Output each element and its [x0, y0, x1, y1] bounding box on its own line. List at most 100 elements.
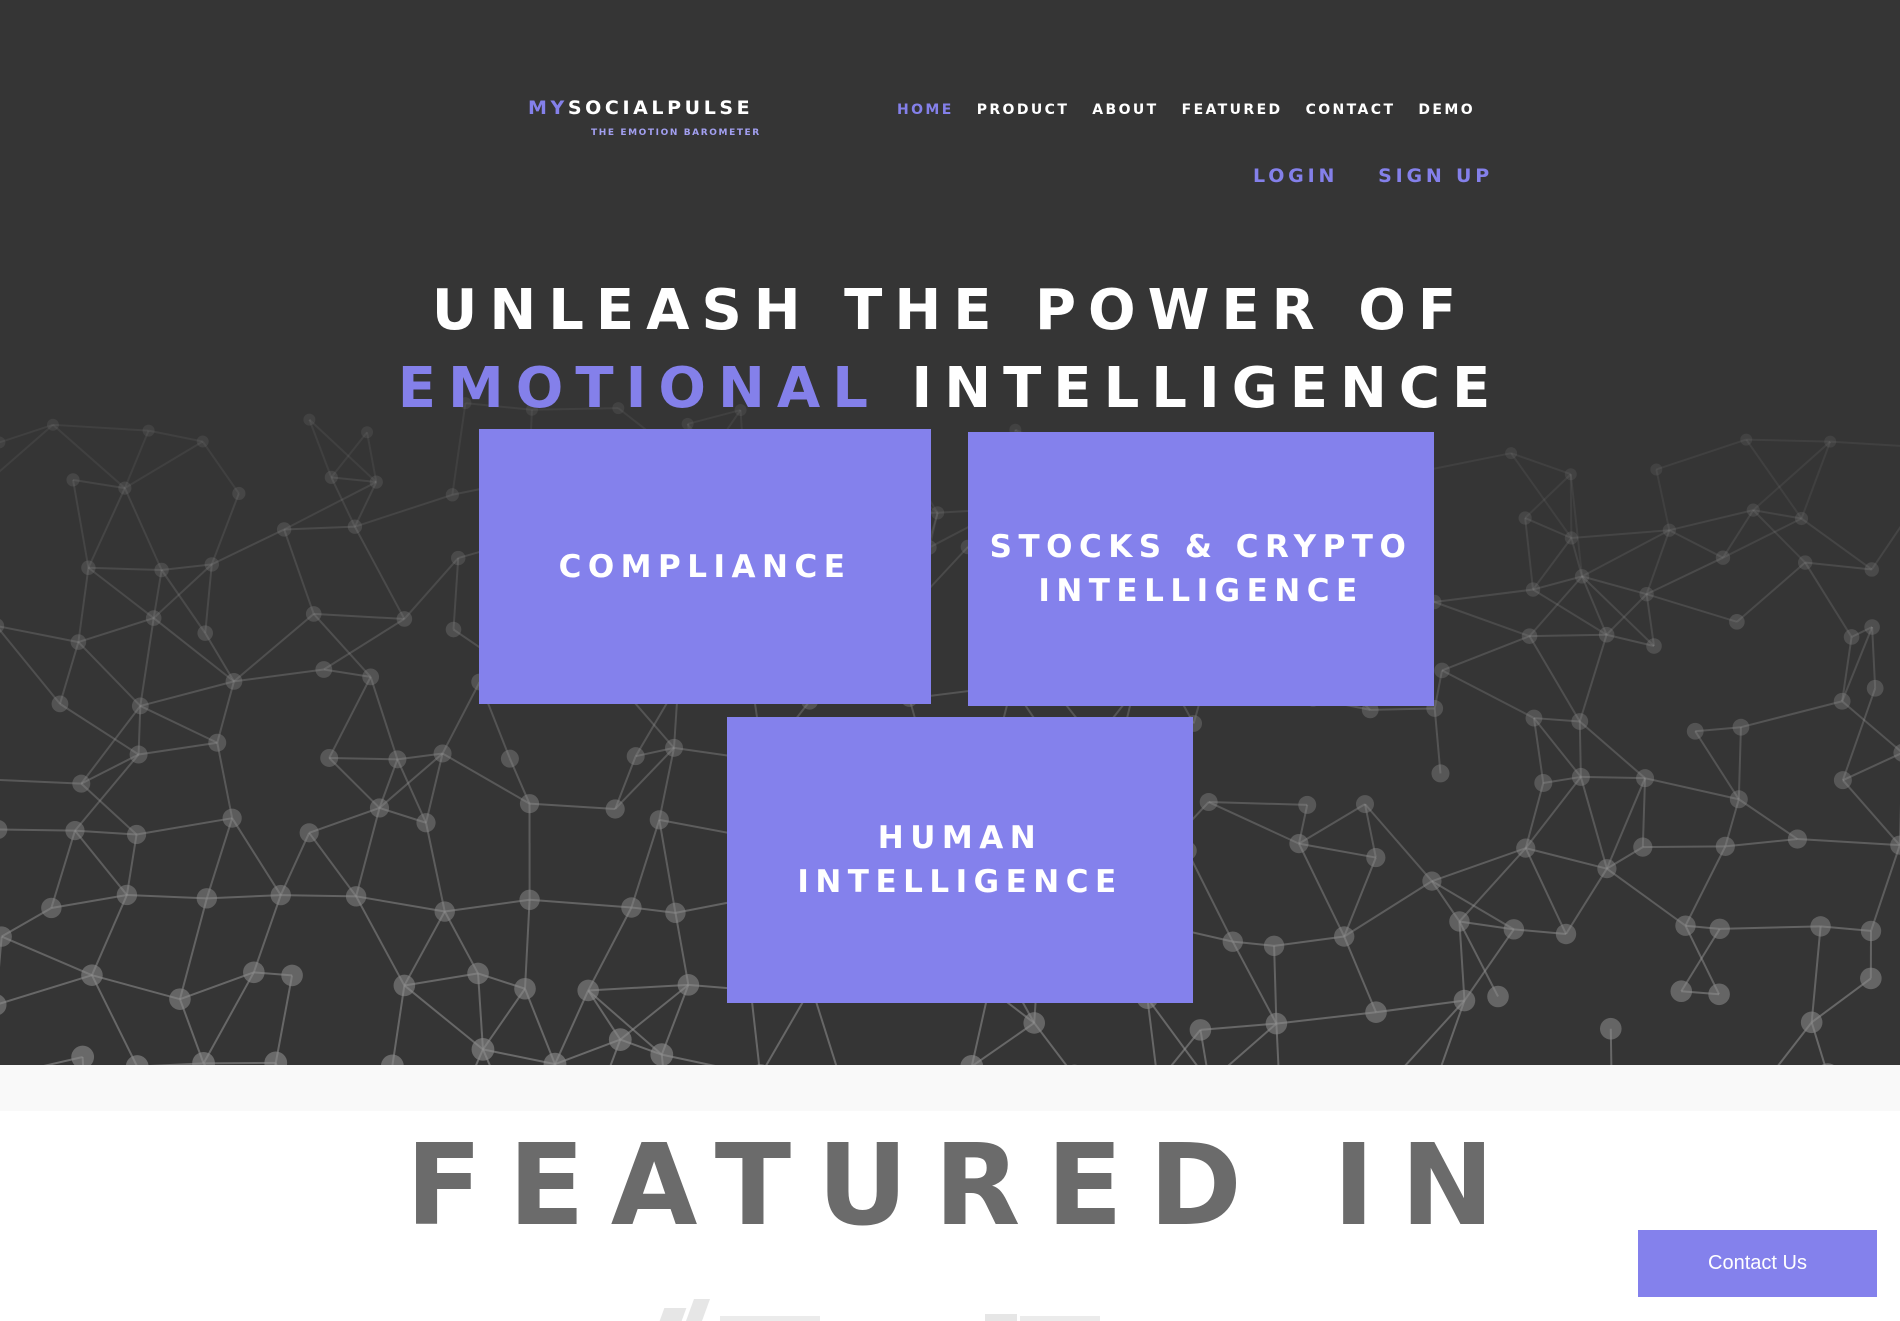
mesh-node	[1505, 447, 1518, 460]
mesh-edge	[91, 974, 138, 1065]
mesh-node	[1740, 433, 1753, 446]
mesh-edge	[201, 440, 240, 495]
mesh-edge	[0, 424, 54, 473]
mesh-edge	[1684, 845, 1727, 927]
auth-links: LOGIN SIGN UP	[1253, 165, 1493, 187]
nav-item-demo[interactable]: DEMO	[1418, 102, 1475, 118]
signup-link[interactable]: SIGN UP	[1378, 165, 1493, 187]
mesh-node	[380, 1054, 404, 1065]
nav-item-product[interactable]: PRODUCT	[977, 102, 1070, 118]
mesh-edge	[138, 741, 218, 756]
mesh-edge	[529, 802, 616, 810]
card-human-intelligence[interactable]: HUMAN INTELLIGENCE	[727, 717, 1193, 1003]
mesh-edge	[1719, 925, 1821, 930]
mesh-edge	[1524, 517, 1535, 590]
mesh-node	[66, 473, 80, 487]
mesh-edge	[328, 757, 381, 809]
mesh-node	[1860, 967, 1882, 990]
mesh-node	[0, 820, 8, 839]
mesh-edge	[1797, 838, 1900, 847]
mesh-node	[369, 798, 390, 818]
mesh-node	[1833, 771, 1852, 790]
mesh-node	[192, 1051, 215, 1065]
mesh-edge	[1273, 945, 1278, 1024]
mesh-edge	[280, 894, 357, 898]
mesh-node	[362, 668, 380, 686]
mesh-edge	[1298, 843, 1346, 937]
mesh-edge	[0, 778, 82, 785]
mesh-edge	[308, 832, 357, 897]
mesh-edge	[391, 985, 406, 1065]
mesh-node	[1521, 628, 1538, 644]
mesh-node	[1646, 638, 1662, 654]
mesh-edge	[1668, 529, 1724, 559]
nav-item-contact[interactable]: CONTACT	[1306, 102, 1396, 118]
mesh-edge	[524, 988, 556, 1065]
mesh-edge	[1579, 776, 1608, 869]
mesh-node	[1810, 916, 1831, 937]
mesh-node	[65, 821, 85, 841]
mesh-node	[41, 897, 62, 919]
mesh-edge	[204, 632, 235, 682]
login-link[interactable]: LOGIN	[1253, 165, 1338, 187]
mesh-edge	[1669, 509, 1754, 532]
mesh-node	[0, 994, 7, 1015]
mesh-edge	[206, 894, 281, 900]
mesh-edge	[216, 681, 235, 744]
mesh-node	[1422, 871, 1442, 891]
mesh-edge	[1433, 601, 1530, 638]
mesh-edge	[153, 617, 235, 683]
mesh-edge	[403, 911, 446, 986]
mesh-edge	[126, 893, 207, 900]
mesh-edge	[1579, 720, 1646, 779]
mesh-edge	[313, 612, 405, 620]
mesh-edge	[1510, 452, 1572, 476]
nav-item-featured[interactable]: FEATURED	[1182, 102, 1283, 118]
press-logo-1-text	[720, 1316, 820, 1321]
mesh-edge	[72, 479, 90, 568]
card-label-line: HUMAN	[877, 820, 1043, 856]
mesh-edge	[80, 753, 140, 785]
nav-item-home[interactable]: HOME	[897, 102, 954, 118]
logo-main-text: SOCIALPULSE	[567, 97, 754, 119]
contact-us-button[interactable]: Contact Us	[1638, 1230, 1877, 1297]
mesh-edge	[1580, 775, 1646, 780]
section-divider-band	[0, 1065, 1900, 1111]
card-compliance[interactable]: COMPLIANCE	[479, 429, 931, 704]
mesh-node	[196, 888, 218, 909]
mesh-node	[434, 901, 455, 922]
mesh-edge	[355, 807, 381, 897]
mesh-node	[1298, 795, 1317, 814]
mesh-edge	[1805, 561, 1872, 571]
mesh-edge	[87, 487, 126, 569]
mesh-edge	[1725, 838, 1798, 848]
mesh-edge	[59, 641, 80, 705]
mesh-edge	[233, 613, 315, 683]
mesh-node	[1675, 915, 1696, 936]
mesh-node	[1534, 773, 1553, 792]
mesh-node	[264, 1051, 288, 1065]
mesh-edge	[1532, 588, 1608, 636]
mesh-node	[1715, 550, 1731, 565]
mesh-edge	[661, 1053, 716, 1065]
mesh-node	[1633, 837, 1653, 857]
mesh-edge	[1565, 868, 1608, 935]
card-stocks-crypto-intelligence[interactable]: STOCKS & CRYPTO INTELLIGENCE	[968, 432, 1434, 706]
mesh-edge	[74, 829, 128, 896]
mesh-edge	[274, 975, 294, 1064]
card-label: STOCKS & CRYPTO INTELLIGENCE	[990, 525, 1413, 613]
mesh-edge	[51, 893, 128, 909]
mesh-node	[1729, 790, 1748, 809]
mesh-edge	[205, 817, 234, 899]
mesh-node	[605, 799, 625, 819]
mesh-node	[81, 964, 103, 986]
mesh-node	[1431, 764, 1450, 783]
mesh-edge	[284, 525, 355, 531]
nav-item-about[interactable]: ABOUT	[1092, 102, 1158, 118]
mesh-node	[1686, 722, 1704, 740]
site-logo[interactable]: MYSOCIALPULSE THE EMOTION BAROMETER	[528, 97, 768, 147]
press-logo-1-mark	[685, 1299, 711, 1321]
main-nav: HOME PRODUCT ABOUT FEATURED CONTACT DEMO	[897, 102, 1475, 118]
mesh-edge	[124, 440, 204, 489]
mesh-edge	[1737, 727, 1742, 800]
